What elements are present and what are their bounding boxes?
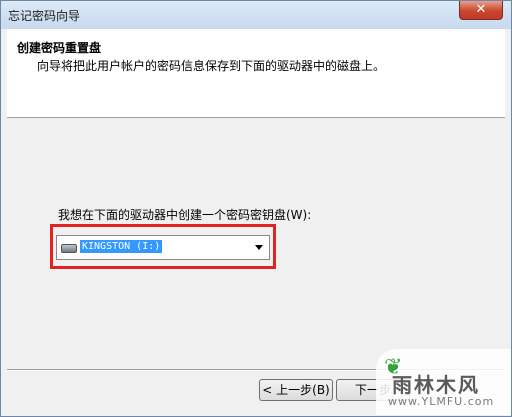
page-title: 创建密码重置盘	[17, 41, 102, 55]
back-button[interactable]: < 上一步(B)	[259, 379, 333, 401]
window-title: 忘记密码向导	[8, 9, 81, 23]
title-bar[interactable]: 忘记密码向导 ✕	[1, 1, 511, 29]
drive-prompt-label: 我想在下面的驱动器中创建一个密码密钥盘(W):	[58, 208, 312, 222]
drive-select[interactable]: KINGSTON (I:)	[56, 235, 270, 260]
close-button[interactable]: ✕	[459, 1, 503, 20]
usb-drive-icon	[61, 244, 77, 253]
page-description: 向导将把此用户帐户的密码信息保存到下面的驱动器中的磁盘上。	[37, 59, 386, 73]
watermark-text: 雨林木风	[392, 373, 480, 397]
watermark-url: www.YLMFU.com	[388, 395, 495, 408]
wizard-window: 忘记密码向导 ✕ 创建密码重置盘 向导将把此用户帐户的密码信息保存到下面的驱动器…	[0, 0, 512, 417]
drive-select-value: KINGSTON (I:)	[80, 240, 163, 253]
wizard-header: 创建密码重置盘 向导将把此用户帐户的密码信息保存到下面的驱动器中的磁盘上。	[7, 29, 505, 118]
watermark-logo: ❦ 雨林木风 www.YLMFU.com	[376, 349, 511, 415]
chevron-down-icon[interactable]	[255, 245, 263, 250]
